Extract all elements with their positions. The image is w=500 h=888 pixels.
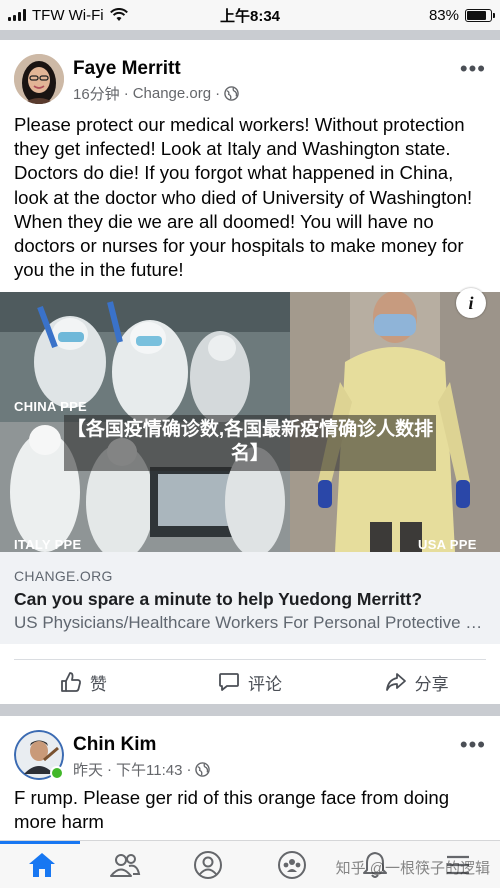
bottom-tab-bar: 知乎 @一根筷子的逻辑	[0, 840, 500, 888]
tab-profile[interactable]	[167, 841, 250, 888]
more-options-icon[interactable]: •••	[460, 734, 486, 756]
post-header: Faye Merritt 16分钟 · Change.org · •••	[14, 54, 486, 106]
more-options-icon[interactable]: •••	[460, 58, 486, 80]
image-label-china: CHINA PPE	[14, 399, 88, 414]
online-status-dot	[50, 766, 64, 780]
friends-icon	[109, 853, 141, 877]
post-header: Chin Kim 昨天 · 下午11:43 · •••	[14, 730, 486, 782]
post-meta: 昨天 · 下午11:43 ·	[73, 759, 211, 780]
meta-separator: ·	[107, 761, 113, 778]
globe-icon	[195, 762, 211, 777]
comment-icon	[219, 673, 239, 691]
wifi-icon	[109, 8, 128, 21]
post-actions: 赞 评论 分享	[0, 660, 500, 704]
avatar[interactable]	[14, 54, 64, 104]
post-source: Change.org	[132, 85, 212, 102]
post-time: 16分钟	[73, 86, 120, 103]
battery-percent: 83%	[428, 6, 459, 24]
tab-home[interactable]	[0, 841, 83, 888]
avatar-photo	[14, 54, 64, 104]
image-label-italy: ITALY PPE	[14, 537, 82, 552]
signal-icon	[8, 9, 26, 21]
like-button[interactable]: 赞	[0, 660, 167, 704]
post-author[interactable]: Chin Kim	[73, 734, 156, 756]
battery-icon	[465, 8, 495, 22]
link-domain: CHANGE.ORG	[14, 568, 113, 584]
profile-icon	[194, 850, 223, 879]
meta-separator: ·	[186, 761, 192, 778]
image-label-usa: USA PPE	[418, 537, 477, 552]
tab-notifications[interactable]	[333, 841, 416, 888]
post-time: 下午11:43	[116, 762, 183, 779]
status-left: TFW Wi-Fi	[8, 7, 128, 24]
comment-button[interactable]: 评论	[167, 660, 334, 704]
status-right: 83%	[428, 6, 495, 24]
notifications-icon	[362, 851, 387, 878]
link-preview-meta[interactable]: CHANGE.ORG Can you spare a minute to hel…	[0, 552, 500, 644]
active-tab-indicator	[0, 841, 80, 844]
groups-icon	[277, 850, 306, 879]
battery-level	[467, 10, 487, 20]
like-label: 赞	[89, 674, 107, 694]
link-description: US Physicians/Healthcare Workers For Per…	[14, 613, 486, 632]
post-author[interactable]: Faye Merritt	[73, 58, 181, 80]
info-icon[interactable]: i	[456, 288, 486, 318]
post-meta: 16分钟 · Change.org ·	[73, 83, 239, 104]
link-headline: Can you spare a minute to help Yuedong M…	[14, 589, 423, 609]
share-icon	[385, 673, 406, 691]
meta-separator: ·	[123, 85, 129, 102]
post-text: Please protect our medical workers! With…	[14, 114, 473, 281]
link-preview-image[interactable]: CHINA PPE ITALY PPE USA PPE 【各国疫情确诊数,各国最…	[0, 292, 500, 552]
tab-menu[interactable]	[417, 841, 500, 888]
tab-groups[interactable]	[250, 841, 333, 888]
feed-post: Faye Merritt 16分钟 · Change.org · ••• Ple…	[0, 40, 500, 704]
feed-post: Chin Kim 昨天 · 下午11:43 · ••• F rump. Plea…	[0, 716, 500, 840]
globe-icon	[224, 86, 239, 101]
post-date: 昨天	[73, 762, 104, 779]
share-button[interactable]: 分享	[333, 660, 500, 704]
carrier-label: TFW Wi-Fi	[32, 6, 104, 24]
share-label: 分享	[414, 674, 449, 694]
post-text: F rump. Please ger rid of this orange fa…	[14, 787, 450, 833]
comment-label: 评论	[248, 674, 282, 694]
thumbs-up-icon	[60, 672, 81, 692]
tab-friends[interactable]	[83, 841, 166, 888]
meta-separator: ·	[215, 85, 221, 102]
overlay-title: 【各国疫情确诊数,各国最新疫情确诊人数排名】	[64, 415, 436, 471]
status-bar: TFW Wi-Fi 上午8:34 83%	[0, 0, 500, 30]
menu-icon	[447, 855, 470, 874]
home-icon	[28, 852, 55, 877]
